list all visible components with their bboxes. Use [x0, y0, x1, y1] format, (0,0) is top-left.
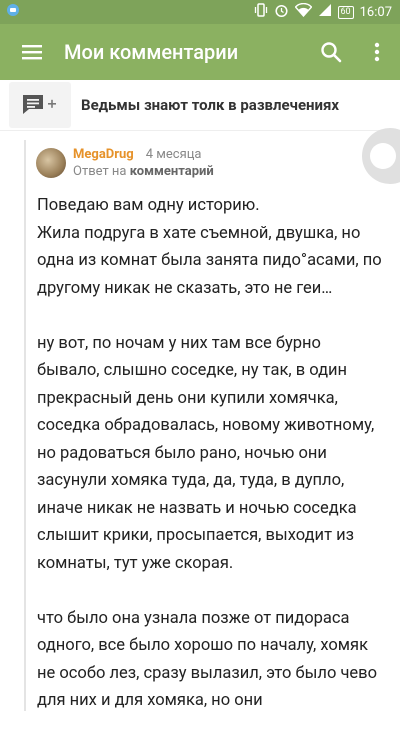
comment-paragraph: ну вот, по ночам у них там все бурно быв… [37, 333, 375, 573]
comment-header: MegaDrug 4 месяца Ответ на комментарий [36, 145, 214, 181]
scroll-fab-button[interactable] [362, 128, 400, 184]
signal-icon [318, 3, 332, 21]
app-bar: Мои комментарии [0, 24, 400, 80]
hamburger-icon [22, 45, 42, 60]
reply-info: Ответ на комментарий [73, 163, 214, 180]
comment-meta: MegaDrug 4 месяца Ответ на комментарий [73, 146, 214, 180]
avatar[interactable] [36, 148, 66, 178]
clock: 16:07 [359, 4, 392, 20]
more-vert-icon [374, 42, 380, 62]
page-title: Мои комментарии [64, 40, 239, 64]
thread-line [24, 140, 26, 711]
comment-author[interactable]: MegaDrug [73, 147, 134, 162]
overflow-menu-button[interactable] [354, 24, 400, 80]
message-icon [6, 3, 20, 21]
comment-paragraph: Поведаю вам одну историю. Жила подруга в… [37, 196, 382, 298]
alarm-icon [274, 3, 289, 22]
status-bar: 60 16:07 [0, 0, 400, 24]
add-comment-button[interactable] [9, 82, 71, 128]
fab-circle-icon [370, 143, 396, 169]
comment-paragraph: что было она узнала позже от пидораса од… [37, 608, 378, 711]
post-title[interactable]: Ведьмы знают толк в развлечениях [81, 96, 339, 114]
reply-target-link[interactable]: комментарий [130, 164, 214, 179]
battery-icon: 60 [337, 5, 354, 19]
add-comment-icon [23, 95, 56, 114]
comment-age: 4 месяца [145, 147, 202, 162]
post-header[interactable]: Ведьмы знают толк в развлечениях [0, 80, 400, 131]
reply-prefix: Ответ на [73, 164, 127, 179]
wifi-icon [294, 2, 312, 21]
menu-button[interactable] [0, 24, 64, 80]
vibrate-icon [254, 3, 268, 21]
search-button[interactable] [308, 24, 354, 80]
comment-body: Поведаю вам одну историю. Жила подруга в… [37, 192, 382, 742]
search-icon [321, 42, 342, 63]
